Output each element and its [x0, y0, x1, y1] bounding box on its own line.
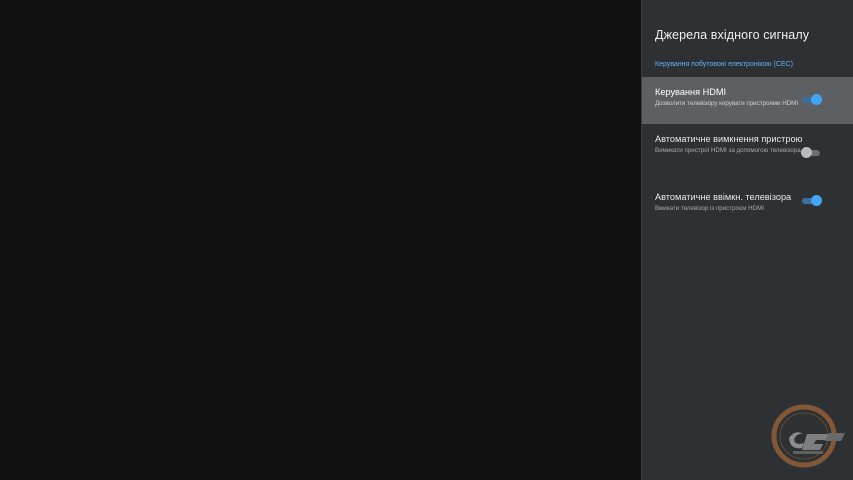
setting-item-summary: Вимикати пристрої HDMI за допомогою теле… [655, 146, 801, 154]
switch-thumb [811, 195, 822, 206]
setting-item-title: Керування HDMI [655, 87, 727, 97]
setting-item-summary: Дозволити телевізору керувати пристроями… [655, 99, 799, 107]
setting-item-title: Автоматичне вимкнення пристрою [655, 134, 803, 144]
switch-thumb [801, 147, 812, 158]
section-header-cec: Керування побутовою електронікою (CEC) [655, 61, 793, 68]
setting-item-title: Автоматичне ввімкн. телевізора [655, 192, 792, 202]
site-logo-watermark-icon [771, 404, 845, 468]
setting-item-auto-device-off[interactable]: Автоматичне вимкнення пристрою Вимикати … [642, 134, 853, 184]
auto-device-off-switch[interactable] [801, 147, 820, 158]
auto-tv-on-switch[interactable] [802, 195, 822, 206]
panel-title: Джерела вхідного сигналу [655, 28, 810, 42]
setting-item-auto-tv-on[interactable]: Автоматичне ввімкн. телевізора Вмикати т… [642, 192, 853, 222]
setting-item-hdmi-control[interactable]: Керування HDMI Дозволити телевізору керу… [642, 77, 853, 124]
hdmi-control-switch[interactable] [802, 94, 822, 105]
tv-screen: Джерела вхідного сигналу Керування побут… [0, 0, 853, 480]
switch-thumb [811, 94, 822, 105]
setting-item-summary: Вмикати телевізор із пристроєм HDMI [655, 204, 764, 212]
